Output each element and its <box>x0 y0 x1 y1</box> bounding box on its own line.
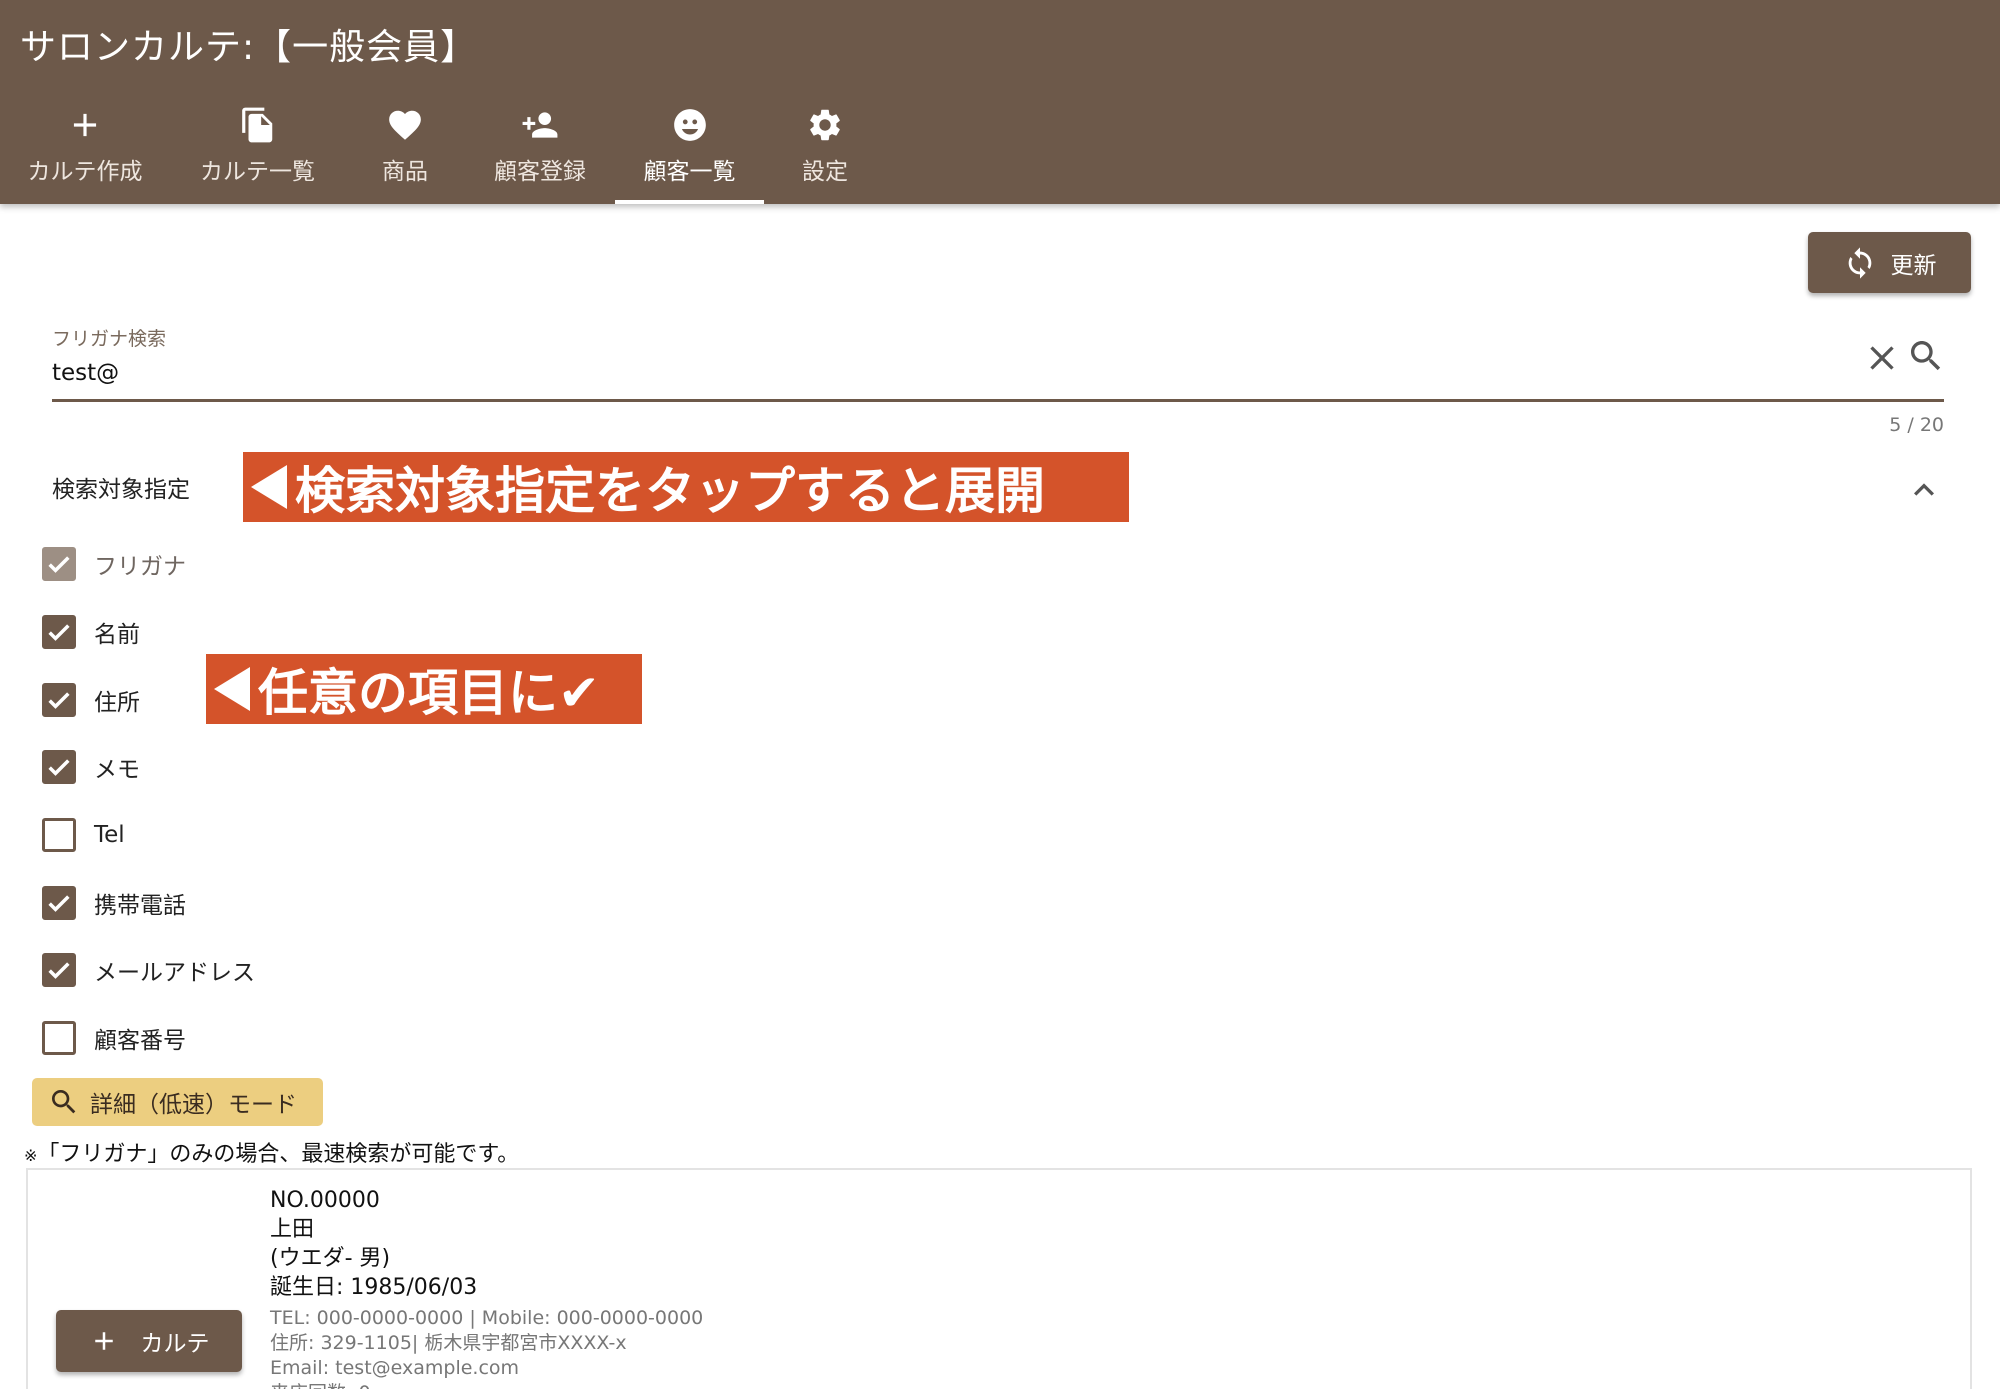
tab-label: カルテ一覧 <box>200 159 315 185</box>
customer-card[interactable]: NO.00000 上田 (ウエダ- 男) 誕生日: 1985/06/03 TEL… <box>26 1168 1972 1389</box>
heart-icon <box>386 106 424 144</box>
refresh-label: 更新 <box>1890 252 1937 279</box>
customer-number: NO.00000 <box>270 1188 380 1213</box>
note-mark: ※ <box>24 1146 38 1165</box>
checkbox-label: メールアドレス <box>94 960 255 986</box>
checkbox-label: Tel <box>94 822 125 848</box>
search-input[interactable] <box>52 354 1832 392</box>
check-icon <box>48 962 70 979</box>
check-icon <box>48 759 70 776</box>
left-triangle-icon <box>251 465 287 509</box>
checkbox-box[interactable] <box>42 615 76 649</box>
checkbox-label: 携帯電話 <box>94 893 186 919</box>
check-icon <box>48 895 70 912</box>
checkbox-box[interactable] <box>42 547 76 581</box>
kana-search-field: フリガナ検索 <box>52 320 1944 402</box>
check-icon <box>48 624 70 641</box>
app-title: サロンカルテ:【一般会員】 <box>20 27 478 68</box>
detail-mode-button[interactable]: 詳細（低速）モード <box>32 1078 323 1126</box>
checkbox-memo[interactable]: メモ <box>42 749 140 785</box>
customer-phones: TEL: 000-0000-0000 | Mobile: 000-0000-00… <box>270 1307 704 1329</box>
add-karte-button[interactable]: カルテ <box>56 1310 242 1372</box>
checkbox-label: メモ <box>94 757 140 783</box>
checkbox-box[interactable] <box>42 750 76 784</box>
checkbox-box[interactable] <box>42 1021 76 1055</box>
plus-icon <box>66 106 104 144</box>
face-icon <box>671 106 709 144</box>
tab-label: カルテ作成 <box>27 159 143 185</box>
tab-label: 顧客登録 <box>494 159 586 185</box>
clear-icon[interactable] <box>1862 338 1902 378</box>
search-target-header[interactable]: 検索対象指定 <box>52 470 190 504</box>
check-icon <box>48 556 70 573</box>
left-triangle-icon <box>214 667 250 711</box>
tab-karte-list[interactable]: カルテ一覧 <box>170 98 345 204</box>
tab-label: 商品 <box>382 159 428 185</box>
search-icon <box>52 1090 76 1114</box>
documents-icon <box>239 106 277 144</box>
tab-label: 顧客一覧 <box>643 159 736 185</box>
customer-name: 上田 <box>270 1217 315 1242</box>
refresh-button[interactable]: 更新 <box>1808 232 1971 293</box>
checkbox-box[interactable] <box>42 818 76 852</box>
checkbox-box[interactable] <box>42 953 76 987</box>
checkbox-furigana[interactable]: フリガナ <box>42 546 186 582</box>
checkbox-email[interactable]: メールアドレス <box>42 952 255 988</box>
gear-icon <box>806 106 844 144</box>
plus-icon <box>94 1332 113 1350</box>
tab-products[interactable]: 商品 <box>345 98 465 204</box>
expand-hint-banner: 検索対象指定をタップすると展開 <box>243 452 1129 522</box>
search-label: フリガナ検索 <box>52 328 167 350</box>
check-icon <box>48 692 70 709</box>
customer-kana-gender: (ウエダ- 男) <box>270 1246 391 1271</box>
app-header: サロンカルテ:【一般会員】 カルテ作成 カルテ一覧 商品 顧客登録 顧客一覧 設… <box>0 0 2000 204</box>
note-text: 「フリガナ」のみの場合、最速検索が可能です。 <box>37 1142 520 1167</box>
checkbox-label: 住所 <box>94 690 140 716</box>
detail-mode-label: 詳細（低速）モード <box>90 1092 297 1118</box>
search-icon[interactable] <box>1906 336 1946 376</box>
checkbox-label: 顧客番号 <box>94 1028 186 1054</box>
chevron-up-icon[interactable] <box>1904 470 1944 510</box>
checkbox-box[interactable] <box>42 886 76 920</box>
checkbox-customer-number[interactable]: 顧客番号 <box>42 1020 186 1056</box>
checkbox-mobile[interactable]: 携帯電話 <box>42 885 186 921</box>
checkbox-address[interactable]: 住所 <box>42 682 140 718</box>
tab-label: 設定 <box>802 159 848 185</box>
checkbox-label: 名前 <box>94 622 140 648</box>
customer-address: 住所: 329-1105| 栃木県宇都宮市XXXX-x <box>270 1332 627 1354</box>
customer-email: Email: test@example.com <box>270 1357 520 1379</box>
check-hint-banner: 任意の項目に✔ <box>206 654 642 724</box>
tab-customer-list[interactable]: 顧客一覧 <box>615 98 764 204</box>
tab-settings[interactable]: 設定 <box>764 98 886 204</box>
tab-create-karte[interactable]: カルテ作成 <box>0 98 170 204</box>
checkbox-label: フリガナ <box>94 554 186 580</box>
add-karte-label: カルテ <box>140 1331 210 1357</box>
customer-birthday: 誕生日: 1985/06/03 <box>270 1275 478 1300</box>
character-counter: 5 / 20 <box>1889 414 1944 436</box>
refresh-icon <box>1848 246 1871 279</box>
banner-text: 任意の項目に✔ <box>258 664 600 722</box>
tab-customer-register[interactable]: 顧客登録 <box>465 98 615 204</box>
customer-info: NO.00000 上田 (ウエダ- 男) 誕生日: 1985/06/03 TEL… <box>270 1186 703 1389</box>
checkbox-tel[interactable]: Tel <box>42 817 125 853</box>
checkbox-box[interactable] <box>42 683 76 717</box>
search-speed-note: ※「フリガナ」のみの場合、最速検索が可能です。 <box>24 1136 519 1168</box>
checkbox-name[interactable]: 名前 <box>42 614 140 650</box>
main-tabs: カルテ作成 カルテ一覧 商品 顧客登録 顧客一覧 設定 <box>0 98 886 204</box>
customer-visits: 来店回数: 0 <box>270 1381 703 1389</box>
banner-text: 検索対象指定をタップすると展開 <box>295 462 1045 520</box>
person-add-icon <box>521 106 559 144</box>
